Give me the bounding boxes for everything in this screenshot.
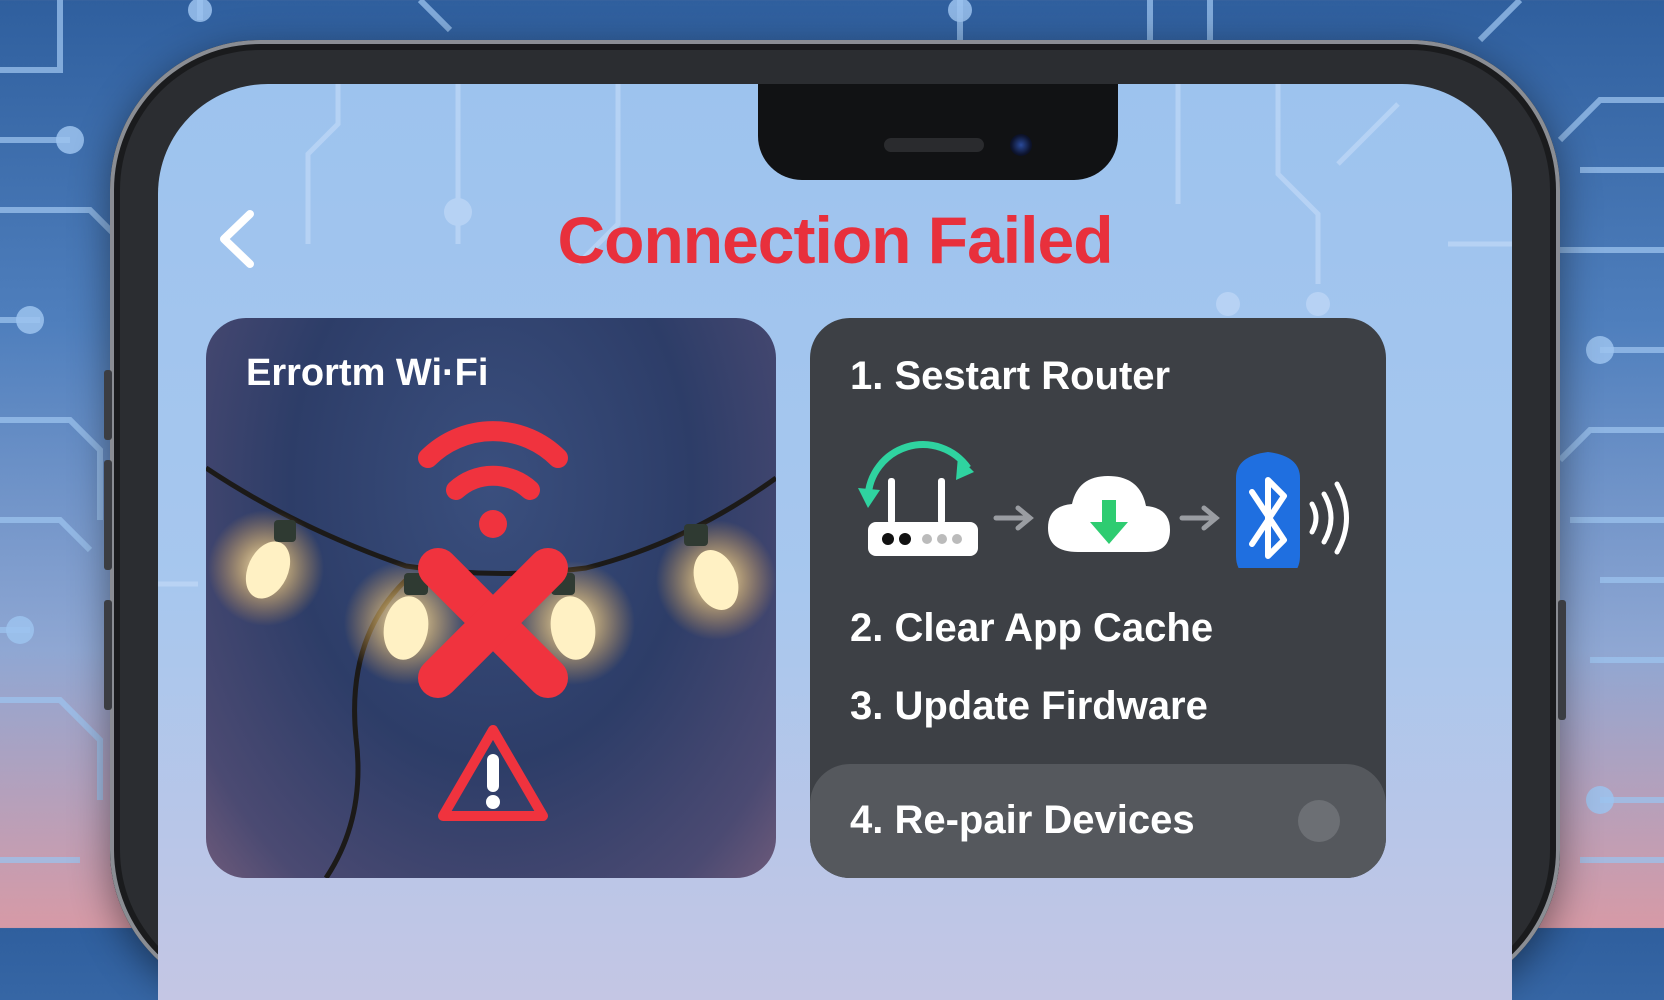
wifi-icon (418, 421, 568, 538)
error-illustration (206, 421, 776, 878)
error-label: Errortm Wi·Fi (246, 352, 489, 394)
radio-indicator[interactable] (1298, 800, 1340, 842)
light-bulb-1 (208, 510, 324, 626)
step-clear-app-cache[interactable]: 2. Clear App Cache (850, 606, 1213, 651)
phone-screen: Connection Failed Errortm Wi·Fi 1. Sesta… (158, 84, 1512, 1000)
arrow-right-icon (993, 505, 1034, 531)
page-title: Connection Failed (557, 203, 1113, 277)
cloud-download-icon (1048, 476, 1170, 552)
side-button (104, 600, 112, 710)
troubleshoot-flow-icons (858, 441, 1349, 568)
troubleshoot-card: 1. Sestart Router 2. Clear App Cache 3. … (810, 318, 1386, 878)
step-repair-devices: 4. Re-pair Devices (850, 798, 1195, 842)
light-bulb-4 (656, 520, 776, 640)
bluetooth-icon (1236, 452, 1300, 568)
error-card: Errortm Wi·Fi (206, 318, 776, 878)
warning-icon (438, 725, 548, 821)
power-button (1558, 600, 1566, 720)
step-repair-devices-row[interactable]: 4. Re-pair Devices (810, 764, 1386, 878)
step-update-firmware[interactable]: 3. Update Firdware (850, 684, 1208, 729)
signal-waves-icon (1309, 481, 1349, 555)
volume-up-button (104, 370, 112, 440)
front-camera (1010, 134, 1032, 156)
notch (758, 84, 1118, 180)
phone-frame: Connection Failed Errortm Wi·Fi 1. Sesta… (104, 40, 1566, 1000)
step-restart-router[interactable]: 1. Sestart Router (850, 354, 1170, 399)
router-restart-icon (858, 441, 978, 556)
arrow-right-icon (1179, 505, 1220, 531)
earpiece-speaker (884, 138, 984, 152)
volume-down-button (104, 460, 112, 570)
